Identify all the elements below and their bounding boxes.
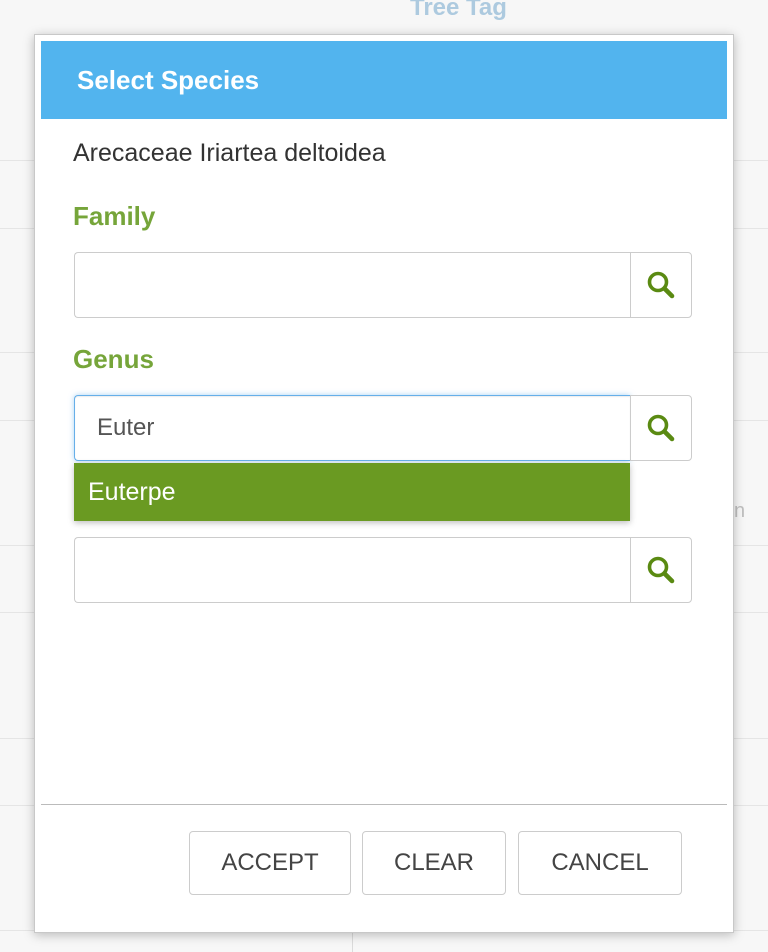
select-species-dialog: Select Species Arecaceae Iriartea deltoi… [34,34,734,933]
dialog-header: Select Species [41,41,727,119]
species-field-group [74,537,692,603]
genus-input[interactable] [74,395,630,461]
genus-label: Genus [73,344,154,374]
clear-button[interactable]: CLEAR [362,831,506,895]
current-species-name: Arecaceae Iriartea deltoidea [73,139,386,167]
genus-autocomplete-dropdown: Euterpe [74,463,630,521]
dialog-title: Select Species [77,64,260,95]
search-icon [647,271,675,299]
search-icon [647,414,675,442]
family-label: Family [73,201,156,231]
search-icon [647,556,675,584]
footer-divider [41,804,727,805]
autocomplete-option[interactable]: Euterpe [74,463,630,521]
family-field-group [74,252,692,318]
accept-button[interactable]: ACCEPT [189,831,351,895]
species-input[interactable] [74,537,630,603]
family-search-button[interactable] [630,252,692,318]
family-input[interactable] [74,252,630,318]
genus-field-group [74,395,692,461]
species-search-button[interactable] [630,537,692,603]
genus-search-button[interactable] [630,395,692,461]
cancel-button[interactable]: CANCEL [518,831,682,895]
